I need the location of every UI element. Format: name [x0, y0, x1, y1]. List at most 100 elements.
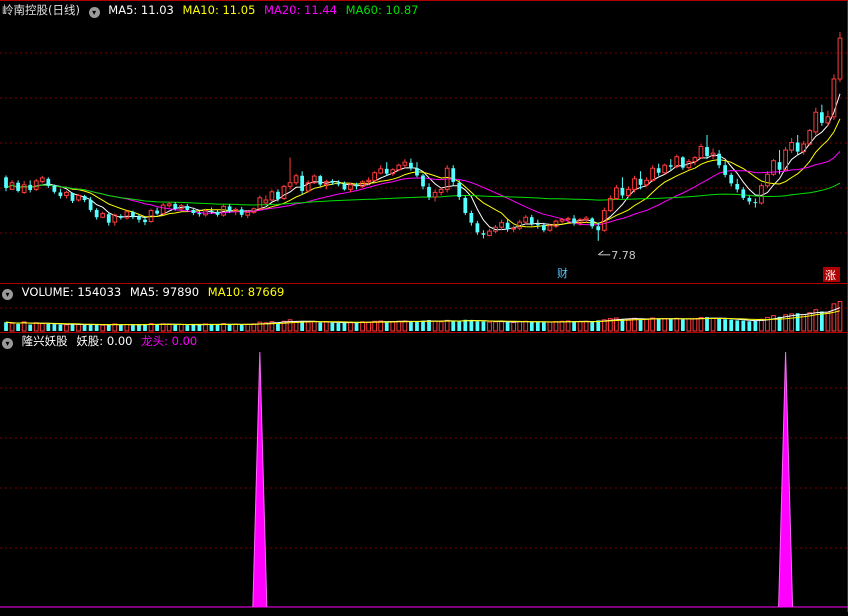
candle-body-down [276, 191, 280, 200]
candle-body-up [245, 211, 251, 216]
candle-body-down [475, 223, 480, 233]
volume-value: VOLUME: 154033 [21, 285, 122, 299]
candle-body-up [837, 37, 843, 80]
chevron-down-icon[interactable]: ▾ [2, 289, 13, 300]
volume-bar-down [463, 319, 468, 331]
volume-bar-down [505, 322, 510, 331]
volume-bar-up [825, 311, 831, 332]
candle-body-up [372, 172, 378, 181]
indicator-panel-header: ▾ 隆兴妖股 妖股: 0.00 龙头: 0.00 [2, 333, 202, 349]
volume-bar-up [444, 319, 450, 332]
volume-bar-up [311, 321, 317, 332]
candle-body-down [118, 216, 123, 218]
volume-bar-up [245, 324, 251, 332]
volume-bar-up [837, 300, 843, 332]
volume-bar-up [305, 321, 311, 332]
candle-body-down [451, 168, 456, 182]
candle-body-down [173, 203, 178, 209]
volume-bar-up [438, 321, 444, 332]
candle-body-down [753, 202, 758, 204]
candle-body-down [227, 206, 232, 212]
candle-body-down [342, 183, 347, 190]
volume-bar-down [58, 324, 63, 331]
volume-bar-up [517, 321, 523, 332]
volume-bar-up [626, 318, 631, 332]
chevron-down-icon[interactable]: ▾ [2, 338, 13, 349]
candle-body-down [741, 189, 746, 198]
candle-body-down [463, 197, 468, 213]
ma60-value: MA60: 10.87 [345, 3, 419, 17]
candle-body-down [505, 222, 510, 230]
yaogu-signal-spike [778, 352, 793, 607]
volume-bar-up [771, 315, 776, 332]
candle-body-down [137, 216, 141, 220]
candle-body-up [662, 164, 668, 174]
candle-body-up [650, 167, 656, 181]
volume-bar-up [650, 317, 656, 332]
low-arrow-head [597, 250, 604, 256]
candle-body-down [82, 196, 87, 200]
volume-bar-up [692, 318, 698, 332]
volume-bar-down [535, 322, 540, 331]
volume-bar-down [753, 320, 758, 331]
candle-body-down [795, 142, 800, 152]
candle-body-down [705, 147, 709, 157]
volume-bar-up [390, 321, 396, 332]
candle-body-down [318, 176, 323, 185]
candle-body-down [535, 224, 540, 226]
volume-bar-down [717, 318, 721, 331]
candle-body-down [70, 193, 75, 201]
volume-bar-up [523, 320, 529, 332]
volume-bar-up [124, 324, 130, 332]
candle-body-down [427, 186, 431, 197]
candle-body-down [777, 162, 782, 170]
volume-bar-down [705, 317, 709, 331]
candle-body-down [185, 206, 190, 210]
chevron-down-icon[interactable]: ▾ [88, 7, 100, 18]
volume-bar-up [348, 321, 353, 332]
candle-body-down [481, 233, 486, 235]
volume-bar-up [360, 321, 365, 332]
candle-body-up [221, 205, 226, 216]
badge-rise[interactable]: 涨 [825, 269, 836, 282]
candle-body-down [16, 182, 20, 191]
badge-financial-report[interactable]: 财 [557, 266, 568, 280]
candle-body-up [511, 227, 517, 230]
ma5-value: MA5: 11.03 [108, 3, 174, 17]
volume-bar-down [541, 322, 546, 331]
candle-body-down [354, 184, 359, 187]
longtou-value: 龙头: 0.00 [141, 334, 198, 348]
volume-bar-down [590, 321, 595, 331]
candle-body-down [409, 162, 413, 169]
volume-bar-down [741, 320, 746, 331]
volume-bar-up [432, 320, 438, 332]
volume-bar-down [795, 313, 800, 331]
candle-body-down [529, 217, 534, 224]
candle-body-up [523, 216, 529, 223]
volume-bar-up [644, 318, 649, 332]
volume-bar-up [511, 321, 517, 332]
volume-bar-down [88, 324, 93, 331]
volume-bar-down [318, 322, 323, 331]
candle-body-down [717, 153, 721, 166]
candle-body-down [620, 187, 625, 196]
volume-bar-up [323, 321, 329, 332]
candle-body-up [269, 191, 275, 201]
volume-bar-up [487, 321, 492, 332]
volume-bar-down [457, 320, 462, 331]
candle-body-up [432, 191, 438, 198]
indicator-signals [0, 351, 848, 608]
volume-bar-down [680, 319, 685, 331]
volume-bar-down [529, 321, 534, 331]
candle-body-down [735, 183, 740, 190]
volume-bar-down [16, 323, 20, 331]
volume-bar-down [384, 321, 389, 331]
volume-bar-down [475, 321, 480, 331]
indicator-title[interactable]: 隆兴妖股 [22, 334, 68, 348]
volume-bar-up [33, 322, 39, 332]
stock-title[interactable]: 岭南控股(日线) [2, 3, 80, 17]
candle-body-up [64, 191, 69, 196]
volume-bar-up [553, 321, 559, 332]
volume-bar-down [415, 321, 419, 331]
volume-ma5-value: MA5: 97890 [129, 285, 200, 299]
